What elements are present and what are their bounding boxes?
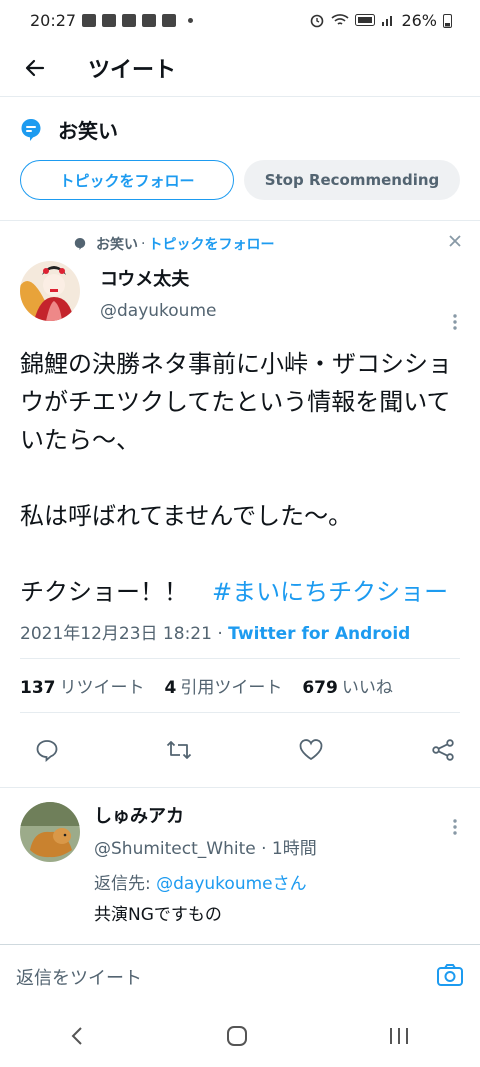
- reply-icon: [36, 740, 58, 762]
- nav-home-button[interactable]: [226, 1025, 248, 1051]
- more-notifications-dot: [188, 17, 194, 23]
- author-name[interactable]: コウメ太夫: [100, 265, 216, 291]
- hashtag-link[interactable]: #まいにちチクショー: [212, 578, 448, 606]
- replying-to-mention[interactable]: @dayukoumeさん: [156, 874, 306, 894]
- app-notification-icon-3: [162, 13, 177, 27]
- volte-icon: [355, 14, 376, 26]
- context-topic-name[interactable]: お笑い: [96, 234, 138, 254]
- tweet-meta: 2021年12月23日 18:21 · Twitter for Android: [20, 619, 460, 658]
- topic-header: お笑い: [0, 97, 480, 154]
- top-bar: ツイート: [0, 40, 480, 96]
- retweet-button[interactable]: [162, 733, 196, 767]
- context-separator: ·: [141, 236, 146, 252]
- follow-topic-button[interactable]: トピックをフォロー: [20, 160, 234, 200]
- retweet-icon: [166, 741, 192, 759]
- retweets-stat[interactable]: 137 リツイート: [20, 673, 145, 698]
- retweets-count: 137: [20, 678, 56, 698]
- close-icon: [449, 235, 461, 247]
- likes-stat[interactable]: 679 いいね: [302, 673, 393, 698]
- topic-buttons: トピックをフォロー Stop Recommending: [0, 154, 480, 220]
- system-nav-bar: [0, 1008, 480, 1067]
- page-title: ツイート: [88, 58, 177, 83]
- tweet-actions: [0, 713, 480, 787]
- status-bar: 20:27 26%: [0, 0, 480, 40]
- tweet-more-button[interactable]: [452, 313, 458, 335]
- quotes-count: 4: [164, 678, 177, 698]
- author-avatar[interactable]: [20, 261, 80, 321]
- mail-notification-icon: [102, 13, 117, 27]
- reply-button[interactable]: [30, 733, 64, 767]
- battery-percent: 26%: [401, 10, 437, 30]
- alarm-icon: [311, 14, 324, 28]
- quotes-label: 引用ツイート: [180, 678, 283, 698]
- retweets-label: リツイート: [59, 678, 145, 698]
- likes-count: 679: [302, 678, 338, 698]
- camera-button[interactable]: [436, 962, 464, 992]
- tweet-stats: 137 リツイート 4 引用ツイート 679 いいね: [20, 659, 460, 712]
- battery-icon: [443, 13, 452, 28]
- reply-text: 共演NGですもの: [94, 905, 222, 925]
- nav-recents-button[interactable]: [388, 1026, 410, 1050]
- stop-recommending-button[interactable]: Stop Recommending: [244, 160, 460, 200]
- reply-more-button[interactable]: [452, 818, 458, 840]
- share-icon: [432, 739, 454, 761]
- context-follow-link[interactable]: トピックをフォロー: [148, 234, 274, 254]
- tweet-author: コウメ太夫 @dayukoume: [20, 261, 460, 321]
- app-notification-icon-2: [142, 13, 157, 27]
- reply-avatar-image: [20, 802, 80, 862]
- nav-home-icon: [227, 1025, 247, 1046]
- reply-tweet[interactable]: しゅみアカ @Shumitect_White · 1時間 返信先: @dayuk…: [0, 788, 480, 925]
- reply-author-name[interactable]: しゅみアカ: [94, 802, 317, 828]
- topic-name: お笑い: [58, 119, 118, 143]
- back-arrow-icon: [25, 59, 45, 77]
- reply-compose-bar[interactable]: 返信をツイート: [0, 944, 480, 1008]
- quotes-stat[interactable]: 4 引用ツイート: [165, 673, 283, 698]
- signal-icon: [382, 16, 393, 26]
- dismiss-button[interactable]: [448, 233, 462, 252]
- share-button[interactable]: [426, 733, 460, 767]
- camera-icon: [437, 963, 463, 986]
- back-button[interactable]: [20, 53, 50, 83]
- reply-compose-input[interactable]: 返信をツイート: [16, 964, 142, 990]
- youtube-notification-icon: [82, 13, 97, 27]
- replying-to: 返信先: @dayukoumeさん: [94, 869, 317, 894]
- likes-label: いいね: [341, 678, 393, 698]
- nav-back-button[interactable]: [70, 1026, 86, 1050]
- reply-avatar[interactable]: [20, 802, 80, 862]
- like-button[interactable]: [294, 733, 328, 767]
- author-avatar-image: [20, 261, 80, 321]
- main-tweet: お笑い · トピックをフォロー コウメ太夫 @dayukoume 錦鯉の決勝ネタ…: [0, 221, 480, 712]
- replying-to-prefix: 返信先:: [94, 874, 157, 894]
- more-vertical-icon: [453, 314, 457, 330]
- heart-icon: [299, 739, 323, 761]
- nav-recents-icon: [390, 1027, 408, 1044]
- tweet-timestamp: 2021年12月23日 18:21 ·: [20, 624, 229, 644]
- app-notification-icon: [122, 13, 137, 27]
- more-vertical-icon: [453, 819, 457, 835]
- wifi-icon: [331, 14, 349, 25]
- author-handle[interactable]: @dayukoume: [100, 301, 216, 321]
- tweet-text: 錦鯉の決勝ネタ事前に小峠・ザコシショウがチエツクしてたという情報を聞いていたら〜…: [20, 345, 460, 611]
- topic-context: お笑い · トピックをフォロー: [20, 233, 460, 255]
- reply-author-handle: @Shumitect_White · 1時間: [94, 839, 317, 859]
- status-time: 20:27: [30, 10, 77, 30]
- topic-context-icon: [74, 238, 86, 250]
- topic-icon: [21, 118, 41, 141]
- nav-back-icon: [71, 1026, 82, 1045]
- tweet-source[interactable]: Twitter for Android: [228, 624, 410, 644]
- tweet-body: 錦鯉の決勝ネタ事前に小峠・ザコシショウがチエツクしてたという情報を聞いていたら〜…: [20, 350, 452, 606]
